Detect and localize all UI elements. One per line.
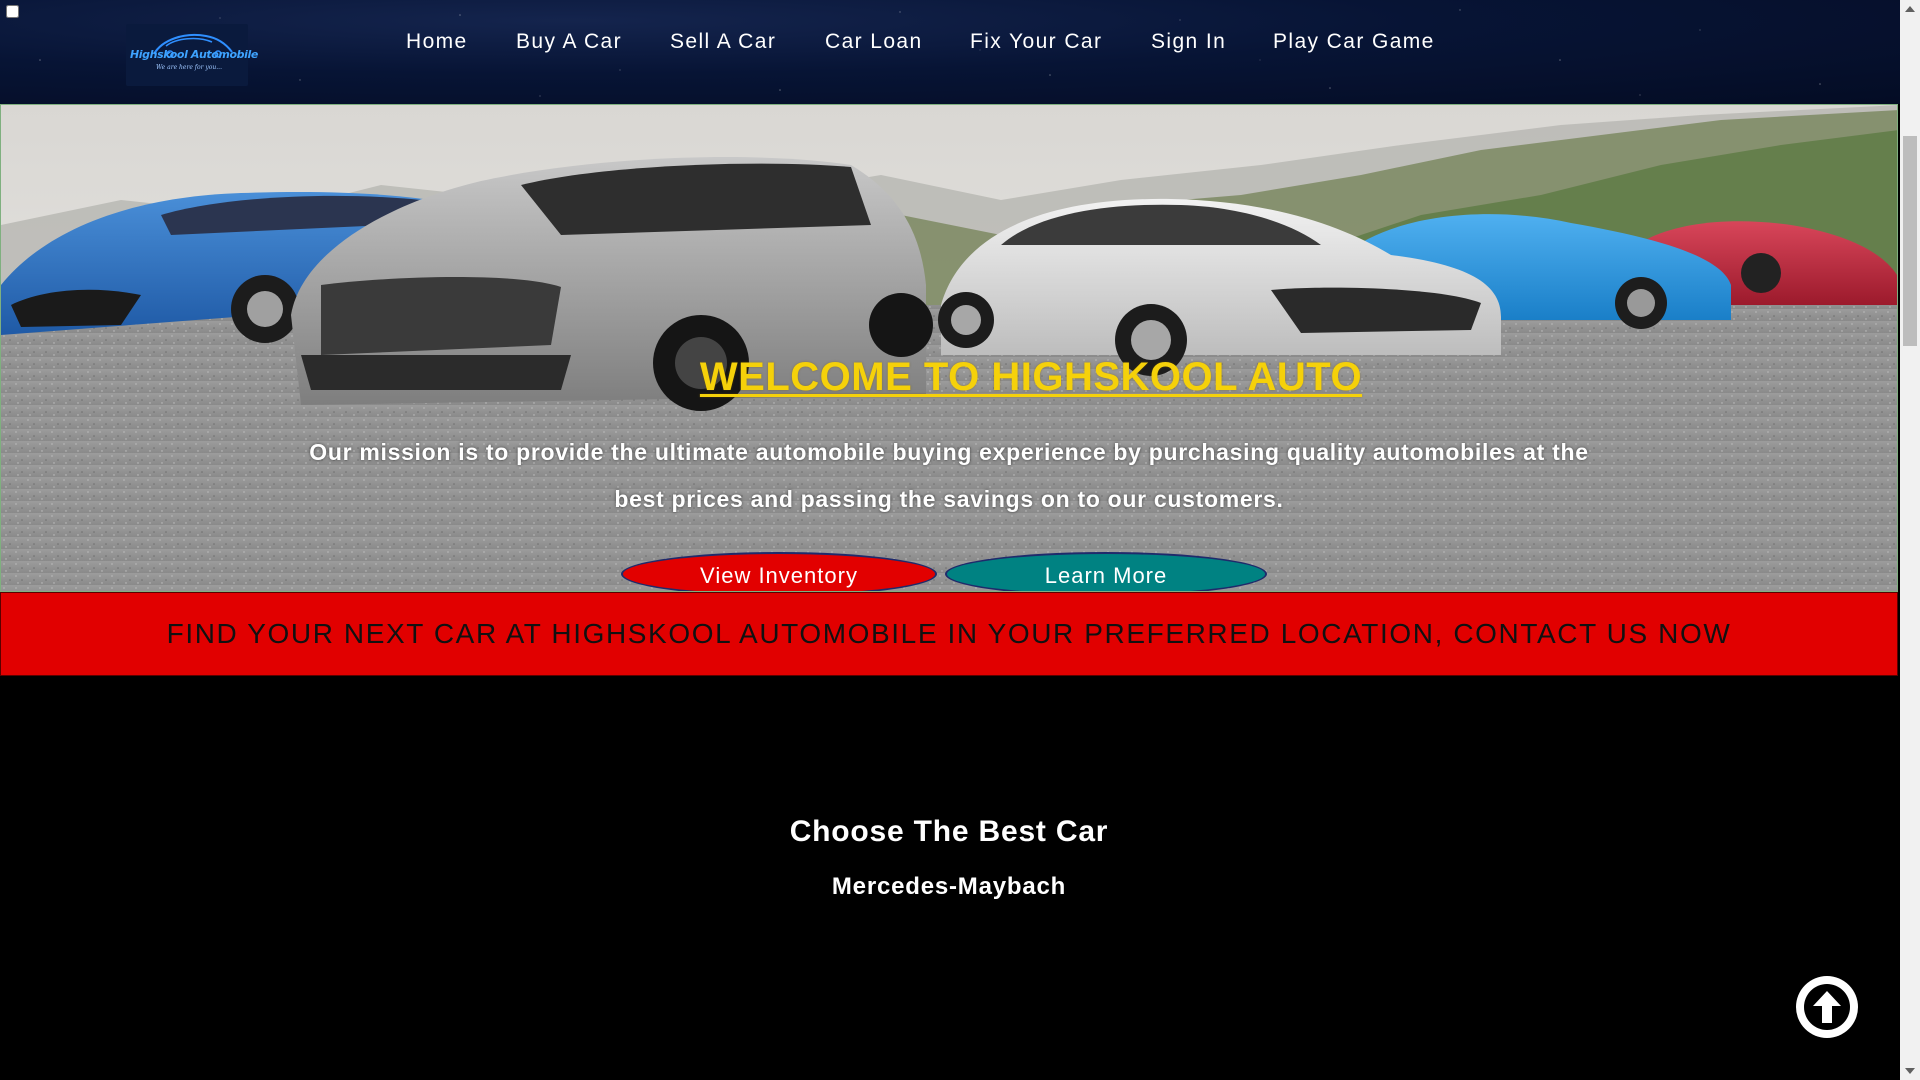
- main-navigation: Home Buy A Car Sell A Car Car Loan Fix Y…: [0, 26, 1900, 58]
- chevron-down-icon: [1905, 1068, 1915, 1074]
- choose-section-subtitle: Mercedes-Maybach: [831, 873, 1067, 900]
- top-navigation-bar: Highskool Automobile We are here for you…: [0, 0, 1900, 104]
- nav-buy-a-car[interactable]: Buy A Car: [516, 26, 622, 58]
- learn-more-button[interactable]: Learn More: [945, 552, 1267, 591]
- view-inventory-button[interactable]: View Inventory: [621, 552, 937, 591]
- back-to-top-button[interactable]: [1796, 976, 1858, 1038]
- nav-fix-your-car[interactable]: Fix Your Car: [970, 26, 1102, 58]
- scrollbar-thumb[interactable]: [1903, 136, 1917, 346]
- contact-banner[interactable]: FIND YOUR NEXT CAR AT HIGHSKOOL AUTOMOBI…: [0, 592, 1898, 676]
- hero-section: WELCOME TO HIGHSKOOL AUTO Our mission is…: [0, 104, 1898, 592]
- nav-play-car-game[interactable]: Play Car Game: [1273, 26, 1435, 58]
- nav-car-loan[interactable]: Car Loan: [825, 26, 923, 58]
- scroll-down-arrow[interactable]: [1900, 1063, 1920, 1080]
- vertical-scrollbar[interactable]: [1900, 0, 1920, 1080]
- menu-toggle-checkbox[interactable]: [6, 5, 19, 18]
- nav-sign-in[interactable]: Sign In: [1151, 26, 1226, 58]
- nav-sell-a-car[interactable]: Sell A Car: [670, 26, 776, 58]
- hero-mission-text: Our mission is to provide the ultimate a…: [309, 439, 1589, 512]
- nav-home[interactable]: Home: [406, 26, 468, 58]
- logo-tagline: We are here for you...: [156, 64, 222, 71]
- scroll-up-arrow[interactable]: [1900, 0, 1920, 17]
- choose-section-title: Choose The Best Car: [789, 815, 1109, 848]
- chevron-up-icon: [1905, 6, 1915, 12]
- hero-title: WELCOME TO HIGHSKOOL AUTO: [699, 355, 1363, 399]
- arrow-up-circle-icon: [1804, 984, 1850, 1030]
